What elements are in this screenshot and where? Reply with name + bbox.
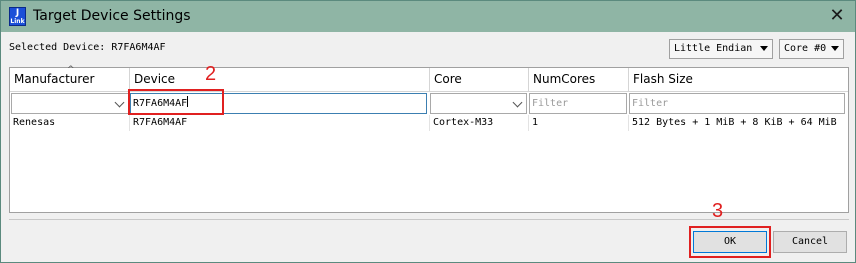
numcores-filter-input[interactable]: Filter — [529, 93, 627, 114]
column-header-label: Flash Size — [633, 72, 693, 86]
selected-device-label: Selected Device: R7FA6M4AF — [9, 42, 166, 53]
jlink-app-icon: J Link — [9, 7, 26, 26]
column-header-numcores[interactable]: NumCores — [529, 68, 629, 92]
column-header-label: Core — [434, 72, 462, 86]
column-header-label: Manufacturer — [14, 72, 95, 86]
flash-size-filter-input[interactable]: Filter — [629, 93, 845, 114]
core-filter-select[interactable] — [430, 93, 527, 114]
title-bar[interactable]: J Link Target Device Settings ✕ — [1, 1, 855, 32]
numcores-filter-placeholder: Filter — [532, 98, 569, 109]
annotation-box-step-3 — [689, 226, 771, 258]
target-device-settings-dialog: J Link Target Device Settings ✕ Selected … — [0, 0, 856, 263]
cell-numcores: 1 — [529, 115, 629, 131]
app-icon-subtext: Link — [10, 18, 25, 25]
core-select[interactable]: Core #0 — [779, 39, 844, 59]
table-row[interactable]: Renesas R7FA6M4AF Cortex-M33 1 512 Bytes… — [10, 115, 848, 131]
cell-core: Cortex-M33 — [430, 115, 529, 131]
endianness-value: Little Endian — [674, 43, 753, 54]
annotation-number-3: 3 — [712, 200, 724, 222]
column-header-core[interactable]: Core — [430, 68, 529, 92]
column-header-manufacturer[interactable]: ^ Manufacturer — [10, 65, 130, 92]
cell-flash-size: 512 Bytes + 1 MiB + 8 KiB + 64 MiB — [632, 117, 837, 128]
sort-ascending-icon: ^ — [67, 65, 75, 75]
app-icon-letter: J — [15, 8, 20, 18]
cell-device: R7FA6M4AF — [130, 115, 430, 131]
close-icon[interactable]: ✕ — [827, 6, 847, 26]
annotation-number-2: 2 — [205, 63, 217, 85]
window-title: Target Device Settings — [33, 8, 191, 24]
column-header-label: Device — [134, 72, 176, 86]
column-header-label: NumCores — [533, 72, 596, 86]
chevron-down-icon — [114, 97, 125, 108]
cell-manufacturer: Renesas — [10, 115, 130, 131]
chevron-down-icon — [512, 97, 523, 108]
cancel-button[interactable]: Cancel — [773, 231, 847, 253]
flash-filter-placeholder: Filter — [632, 98, 669, 109]
column-header-flash-size[interactable]: Flash Size — [629, 68, 848, 92]
annotation-box-step-2 — [128, 89, 224, 115]
chevron-down-icon — [760, 46, 768, 51]
endianness-select[interactable]: Little Endian — [669, 39, 773, 59]
chevron-down-icon — [831, 46, 839, 51]
core-select-value: Core #0 — [784, 43, 827, 54]
manufacturer-filter-select[interactable] — [11, 93, 129, 114]
